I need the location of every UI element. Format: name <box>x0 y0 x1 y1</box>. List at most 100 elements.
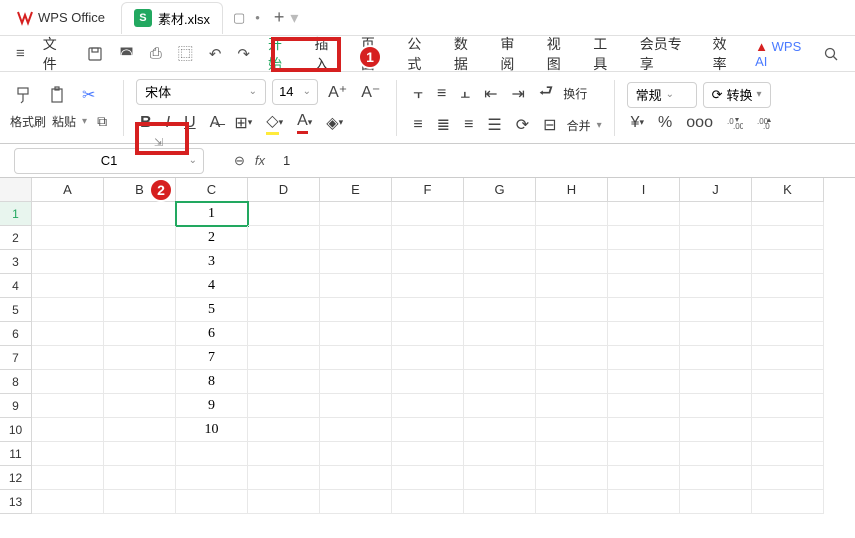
effects-icon[interactable]: ◈▾ <box>322 111 347 135</box>
undo-icon[interactable]: ↶ <box>203 41 228 67</box>
toolbar-icon-1[interactable]: ◚ <box>113 41 140 67</box>
cell-B1[interactable] <box>104 202 176 226</box>
wps-ai-button[interactable]: ▲ WPS AI <box>755 39 813 69</box>
row-head-7[interactable]: 7 <box>0 346 32 370</box>
cell-A8[interactable] <box>32 370 104 394</box>
number-format-select[interactable]: 常规⌄ <box>627 82 697 108</box>
cell-E4[interactable] <box>320 274 392 298</box>
font-color-icon[interactable]: A▾ <box>293 110 316 136</box>
cell-K10[interactable] <box>752 418 824 442</box>
cell-I1[interactable] <box>608 202 680 226</box>
cell-K9[interactable] <box>752 394 824 418</box>
cell-K13[interactable] <box>752 490 824 514</box>
increase-decimal-icon[interactable]: .0.00 <box>723 114 747 132</box>
cell-I5[interactable] <box>608 298 680 322</box>
cell-E9[interactable] <box>320 394 392 418</box>
cell-A6[interactable] <box>32 322 104 346</box>
cut-icon[interactable]: ✂ <box>78 83 99 107</box>
cell-D9[interactable] <box>248 394 320 418</box>
currency-icon[interactable]: ¥▾ <box>627 112 648 134</box>
cell-G11[interactable] <box>464 442 536 466</box>
cell-H12[interactable] <box>536 466 608 490</box>
cell-B4[interactable] <box>104 274 176 298</box>
cell-I11[interactable] <box>608 442 680 466</box>
cell-A13[interactable] <box>32 490 104 514</box>
cell-E12[interactable] <box>320 466 392 490</box>
cell-J1[interactable] <box>680 202 752 226</box>
cell-K7[interactable] <box>752 346 824 370</box>
cell-C4[interactable]: 4 <box>176 274 248 298</box>
cell-I6[interactable] <box>608 322 680 346</box>
cell-K5[interactable] <box>752 298 824 322</box>
cell-H8[interactable] <box>536 370 608 394</box>
cell-B12[interactable] <box>104 466 176 490</box>
preview-icon[interactable]: ⿴ <box>172 39 199 68</box>
tab-efficiency[interactable]: 效率 <box>705 30 747 78</box>
cell-D8[interactable] <box>248 370 320 394</box>
cell-D7[interactable] <box>248 346 320 370</box>
cell-A9[interactable] <box>32 394 104 418</box>
cell-F11[interactable] <box>392 442 464 466</box>
cell-C11[interactable] <box>176 442 248 466</box>
justify-icon[interactable]: ☰ <box>483 113 505 137</box>
cell-G2[interactable] <box>464 226 536 250</box>
col-head-B[interactable]: B <box>104 178 176 202</box>
cell-F12[interactable] <box>392 466 464 490</box>
tab-menu-icon[interactable]: ▾ <box>290 8 298 28</box>
cell-E6[interactable] <box>320 322 392 346</box>
row-head-3[interactable]: 3 <box>0 250 32 274</box>
cell-E5[interactable] <box>320 298 392 322</box>
cell-G8[interactable] <box>464 370 536 394</box>
bold-icon[interactable]: B <box>136 112 156 134</box>
row-head-8[interactable]: 8 <box>0 370 32 394</box>
cell-C12[interactable] <box>176 466 248 490</box>
save-icon[interactable] <box>81 42 109 66</box>
align-middle-icon[interactable]: ≡ <box>433 83 450 105</box>
cell-F10[interactable] <box>392 418 464 442</box>
row-head-6[interactable]: 6 <box>0 322 32 346</box>
row-head-13[interactable]: 13 <box>0 490 32 514</box>
file-menu[interactable]: 文件 <box>35 30 77 78</box>
cell-B3[interactable] <box>104 250 176 274</box>
cell-K6[interactable] <box>752 322 824 346</box>
cell-G3[interactable] <box>464 250 536 274</box>
cell-B9[interactable] <box>104 394 176 418</box>
cell-G5[interactable] <box>464 298 536 322</box>
underline-icon[interactable]: U <box>180 112 200 134</box>
fx-label[interactable]: fx <box>255 153 265 168</box>
align-left-icon[interactable]: ≡ <box>409 114 426 136</box>
cell-H2[interactable] <box>536 226 608 250</box>
cell-D4[interactable] <box>248 274 320 298</box>
cell-A4[interactable] <box>32 274 104 298</box>
cell-G13[interactable] <box>464 490 536 514</box>
cell-E1[interactable] <box>320 202 392 226</box>
paste-icon[interactable] <box>44 83 72 107</box>
cell-H7[interactable] <box>536 346 608 370</box>
cell-F6[interactable] <box>392 322 464 346</box>
cell-K1[interactable] <box>752 202 824 226</box>
font-name-select[interactable]: 宋体⌄ <box>136 79 266 105</box>
cell-I7[interactable] <box>608 346 680 370</box>
col-head-G[interactable]: G <box>464 178 536 202</box>
paste-label[interactable]: 粘贴 <box>52 113 76 130</box>
cell-C8[interactable]: 8 <box>176 370 248 394</box>
cell-F7[interactable] <box>392 346 464 370</box>
name-box[interactable]: C1 ⌄ <box>14 148 204 174</box>
cell-J8[interactable] <box>680 370 752 394</box>
formula-value[interactable]: 1 <box>283 153 290 168</box>
cell-H5[interactable] <box>536 298 608 322</box>
cell-E11[interactable] <box>320 442 392 466</box>
cell-I2[interactable] <box>608 226 680 250</box>
cell-D3[interactable] <box>248 250 320 274</box>
document-tab[interactable]: S 素材.xlsx <box>121 2 223 34</box>
cell-J6[interactable] <box>680 322 752 346</box>
row-head-12[interactable]: 12 <box>0 466 32 490</box>
comma-icon[interactable]: ооо <box>682 112 717 134</box>
col-head-I[interactable]: I <box>608 178 680 202</box>
cell-F4[interactable] <box>392 274 464 298</box>
search-icon[interactable] <box>817 42 845 66</box>
align-bottom-icon[interactable]: ⫠ <box>456 83 474 105</box>
row-head-11[interactable]: 11 <box>0 442 32 466</box>
decrease-font-icon[interactable]: A⁻ <box>357 80 384 104</box>
strikethrough-icon[interactable]: A̶ <box>206 112 225 134</box>
